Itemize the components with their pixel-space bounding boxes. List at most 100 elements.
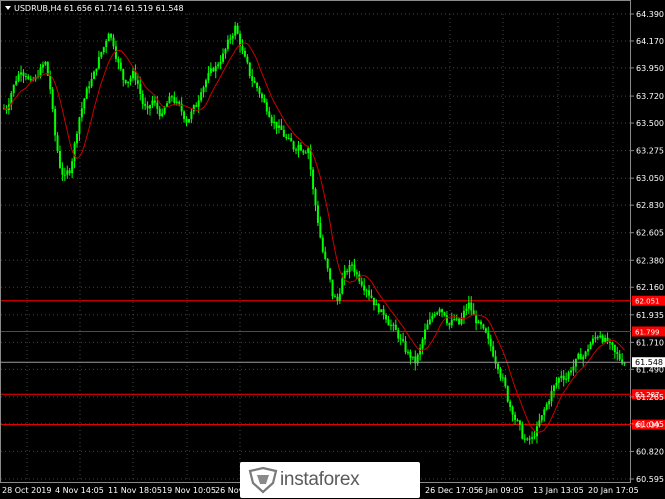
- x-tick-label: 4 Nov 14:05: [55, 486, 104, 495]
- candle-body: [78, 117, 81, 134]
- current-price-label: 61.548: [635, 358, 663, 367]
- grid: [1, 13, 631, 480]
- candle-body: [543, 409, 546, 416]
- candle-body: [608, 342, 611, 344]
- candle-body: [365, 290, 368, 292]
- candle-body: [282, 129, 285, 137]
- y-tick-label: 60.820: [636, 447, 664, 456]
- candle-body: [97, 56, 100, 69]
- watermark: instaforex: [240, 462, 420, 498]
- candle-body: [127, 81, 130, 84]
- y-tick-label: 61.935: [636, 311, 664, 320]
- candle-body: [523, 438, 526, 440]
- candle-body: [623, 363, 626, 365]
- candle-body: [212, 68, 215, 72]
- y-tick-label: 61.710: [636, 338, 664, 347]
- y-tick-label: 63.720: [636, 92, 664, 101]
- candle-body: [484, 328, 487, 333]
- candle-body: [68, 170, 71, 174]
- candle-body: [22, 72, 25, 77]
- candle-body: [348, 265, 351, 273]
- candle-body: [453, 319, 456, 321]
- candle-body: [251, 75, 254, 82]
- candle-body: [497, 363, 500, 370]
- x-tick-label: 13 Jan 13:05: [533, 486, 584, 495]
- candle-body: [421, 339, 424, 349]
- candle-body: [58, 150, 61, 168]
- candle-body: [187, 119, 190, 123]
- candle-body: [185, 119, 188, 123]
- y-tick-label: 64.390: [636, 10, 664, 19]
- candle-body: [248, 62, 251, 76]
- candle-body: [372, 297, 375, 306]
- candle-body: [66, 170, 69, 175]
- y-tick-label: 62.380: [636, 256, 664, 265]
- candle-body: [161, 113, 164, 117]
- x-tick-label: 28 Oct 2019: [2, 486, 51, 495]
- candle-body: [616, 352, 619, 354]
- candle-body: [465, 308, 468, 311]
- candle-body: [428, 319, 431, 325]
- price-chart[interactable]: 62.05161.79961.28761.039 64.39064.17063.…: [0, 0, 665, 499]
- candle-body: [275, 121, 278, 128]
- candle-body: [540, 415, 543, 421]
- candle-body: [158, 108, 161, 117]
- candle-body: [326, 258, 329, 269]
- candle-body: [226, 39, 229, 49]
- candle-body: [331, 279, 334, 297]
- candle-body: [470, 302, 473, 311]
- candle-body: [312, 169, 315, 190]
- candle-body: [411, 356, 414, 358]
- candle-body: [202, 87, 205, 93]
- candle-body: [448, 323, 451, 326]
- candle-body: [389, 324, 392, 326]
- candle-body: [219, 61, 222, 65]
- candle-body: [377, 304, 380, 313]
- candle-body: [100, 52, 103, 57]
- candle-body: [105, 41, 108, 48]
- candle-body: [526, 438, 529, 440]
- candle-body: [209, 68, 212, 74]
- candle-body: [441, 309, 444, 313]
- candle-body: [594, 337, 597, 339]
- candle-body: [353, 264, 356, 273]
- candle-body: [336, 296, 339, 301]
- candle-body: [438, 309, 441, 313]
- candle-body: [63, 174, 66, 176]
- candle-body: [399, 338, 402, 340]
- candle-body: [409, 351, 412, 358]
- candle-body: [314, 189, 317, 206]
- candle-body: [392, 324, 395, 326]
- candle-body: [12, 84, 15, 94]
- candle-body: [596, 337, 599, 339]
- y-tick-label: 63.500: [636, 119, 664, 128]
- x-tick-label: 6 Jan 09:05: [478, 486, 524, 495]
- candle-body: [436, 312, 439, 315]
- y-tick-label: 64.170: [636, 37, 664, 46]
- candle-body: [487, 332, 490, 339]
- candle-body: [90, 79, 93, 87]
- candle-body: [531, 437, 534, 439]
- candle-body: [129, 78, 132, 82]
- candle-body: [550, 391, 553, 402]
- candle-body: [192, 105, 195, 112]
- candle-body: [200, 92, 203, 101]
- candle-body: [431, 315, 434, 320]
- candle-body: [277, 125, 280, 128]
- candle-body: [258, 87, 261, 94]
- x-tick-label: 19 Nov 10:05: [162, 486, 216, 495]
- candle-body: [260, 93, 263, 99]
- candle-body: [270, 116, 273, 124]
- candle-body: [475, 315, 478, 324]
- candle-body: [41, 64, 44, 68]
- x-tick-label: 26 Dec 17:05: [425, 486, 479, 495]
- candle-body: [217, 64, 220, 67]
- candle-body: [151, 100, 154, 106]
- candle-body: [591, 338, 594, 344]
- dropdown-triangle-icon[interactable]: [5, 6, 11, 10]
- candle-body: [73, 143, 76, 162]
- candle-body: [139, 83, 142, 94]
- candle-body: [518, 420, 521, 425]
- candle-body: [93, 71, 96, 80]
- candle-body: [170, 96, 173, 98]
